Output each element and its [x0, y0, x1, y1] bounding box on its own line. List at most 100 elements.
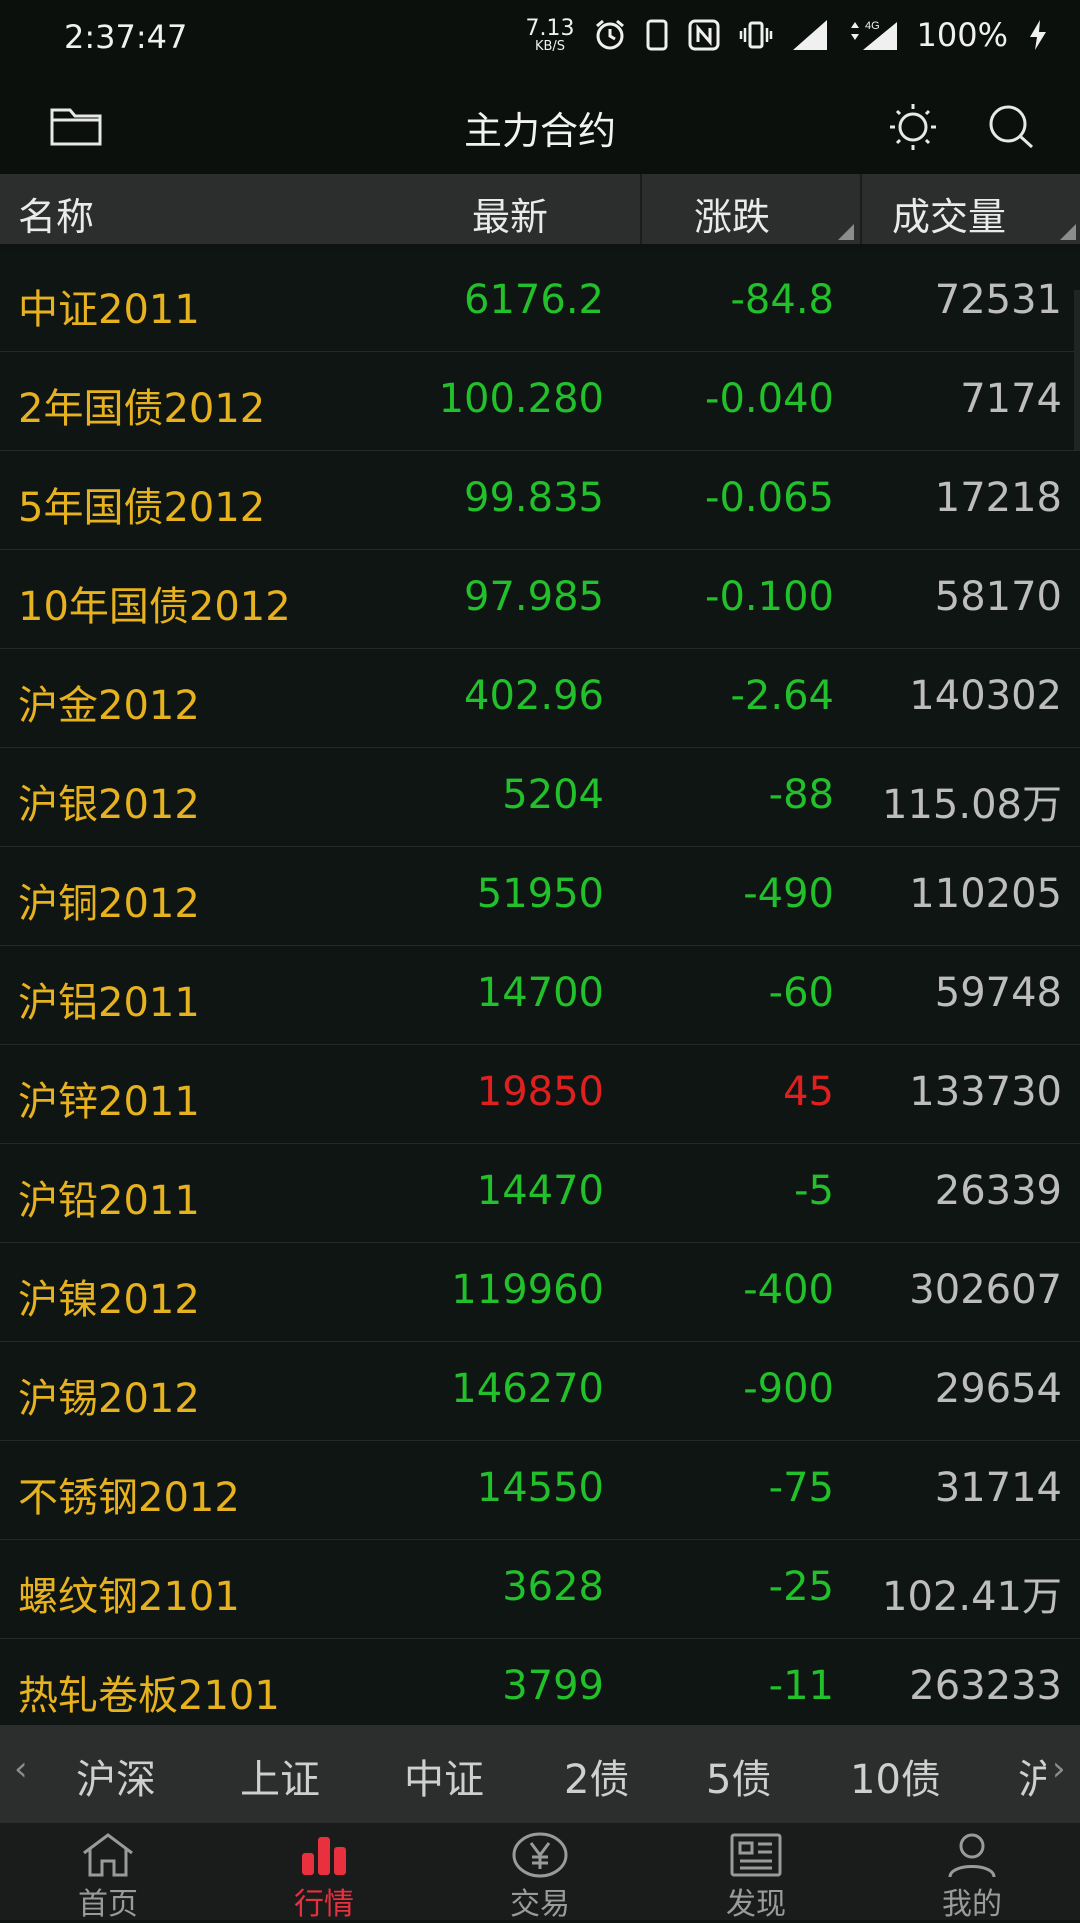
contract-name: 5年国债2012	[18, 485, 266, 531]
table-row[interactable]: 10年国债2012 97.985 -0.100 58170	[0, 550, 1080, 649]
vibrate-icon	[739, 21, 772, 49]
status-bar: 2:37:47 7.13 KB/S 4G 100%	[0, 0, 1080, 78]
last-price: 6176.2	[464, 277, 604, 323]
status-time: 2:37:47	[64, 18, 188, 56]
price-change: -0.065	[705, 475, 834, 521]
col-last[interactable]: 最新	[472, 186, 548, 241]
last-price: 19850	[476, 1069, 604, 1115]
price-change: -11	[768, 1663, 834, 1709]
last-price: 5204	[502, 772, 604, 818]
volume: 302607	[909, 1267, 1062, 1313]
column-header: 名称 最新 涨跌 成交量	[0, 174, 1080, 244]
market-tabs: ‹ 沪深 上证 中证 2债 5债 10债 沪 ›	[0, 1725, 1080, 1823]
volume: 17218	[934, 475, 1062, 521]
contract-name: 沪锌2011	[18, 1079, 200, 1125]
price-change: -400	[743, 1267, 834, 1313]
last-price: 146270	[451, 1366, 604, 1412]
nav-home[interactable]: 首页	[38, 1823, 178, 1922]
contract-name: 沪铝2011	[18, 980, 200, 1026]
contract-name: 沪银2012	[18, 782, 200, 828]
price-change: -25	[768, 1564, 834, 1610]
table-row[interactable]: 螺纹钢2101 3628 -25 102.41万	[0, 1540, 1080, 1639]
table-row[interactable]: 沪铅2011 14470 -5 26339	[0, 1144, 1080, 1243]
last-price: 14700	[476, 970, 604, 1016]
table-row[interactable]: 沪锡2012 146270 -900 29654	[0, 1342, 1080, 1441]
tab-zhongzheng[interactable]: 中证	[404, 1747, 484, 1805]
col-change[interactable]: 涨跌	[694, 186, 770, 241]
table-row[interactable]: 沪银2012 5204 -88 115.08万	[0, 748, 1080, 847]
last-price: 119960	[451, 1267, 604, 1313]
table-row[interactable]: 不锈钢2012 14550 -75 31714	[0, 1441, 1080, 1540]
table-row[interactable]: 沪镍2012 119960 -400 302607	[0, 1243, 1080, 1342]
col-volume[interactable]: 成交量	[892, 186, 1006, 241]
table-row[interactable]: 5年国债2012 99.835 -0.065 17218	[0, 451, 1080, 550]
col-name: 名称	[18, 195, 95, 239]
volume: 59748	[934, 970, 1062, 1016]
table-row[interactable]: 沪铝2011 14700 -60 59748	[0, 946, 1080, 1045]
bottom-nav: 首页 行情 交易 发现 我的	[0, 1823, 1080, 1922]
svg-text:4G: 4G	[865, 20, 880, 32]
table-row[interactable]: 沪金2012 402.96 -2.64 140302	[0, 649, 1080, 748]
contract-name: 中证2011	[18, 287, 200, 333]
tab-hushen[interactable]: 沪深	[76, 1747, 156, 1805]
col-divider	[860, 174, 862, 244]
volume: 115.08万	[882, 782, 1062, 828]
table-row[interactable]: 沪铜2012 51950 -490 110205	[0, 847, 1080, 946]
tab-2y-bond[interactable]: 2债	[564, 1747, 629, 1805]
contract-list: 中证2011 6176.2 -84.8 72531 2年国债2012 100.280 -0.…	[0, 253, 1080, 1738]
table-row[interactable]: 沪锌2011 19850 45 133730	[0, 1045, 1080, 1144]
contract-name: 10年国债2012	[18, 584, 291, 630]
last-price: 99.835	[464, 475, 604, 521]
contract-name: 螺纹钢2101	[18, 1574, 240, 1620]
col-divider	[640, 174, 642, 244]
tab-5y-bond[interactable]: 5债	[706, 1747, 771, 1805]
volume: 26339	[934, 1168, 1062, 1214]
price-change: -88	[768, 772, 834, 818]
volume: 29654	[934, 1366, 1062, 1412]
alarm-icon	[595, 19, 624, 50]
net-speed: 7.13 KB/S	[525, 15, 575, 54]
last-price: 100.280	[438, 376, 604, 422]
tabs-right-arrow[interactable]: ›	[1052, 1749, 1066, 1789]
price-change: -0.040	[705, 376, 834, 422]
nav-mine[interactable]: 我的	[902, 1823, 1042, 1922]
table-row[interactable]: 中证2011 6176.2 -84.8 72531	[0, 253, 1080, 352]
volume: 263233	[909, 1663, 1062, 1709]
contract-name: 沪金2012	[18, 683, 200, 729]
volume: 31714	[934, 1465, 1062, 1511]
price-change: -84.8	[730, 277, 835, 323]
nav-market[interactable]: 行情	[254, 1823, 394, 1922]
last-price: 3799	[502, 1663, 604, 1709]
nfc-icon	[688, 19, 720, 51]
nav-discover[interactable]: 发现	[686, 1823, 826, 1922]
battery-level: 100%	[916, 16, 1008, 54]
table-row[interactable]: 热轧卷板2101 3799 -11 263233	[0, 1639, 1080, 1738]
search-button[interactable]	[984, 102, 1038, 156]
news-icon	[730, 1833, 782, 1877]
signal-icon	[792, 20, 827, 50]
tab-10y-bond[interactable]: 10债	[850, 1747, 941, 1805]
signal-4g-icon: 4G	[850, 20, 897, 50]
last-price: 14470	[476, 1168, 604, 1214]
user-icon	[948, 1833, 996, 1878]
tab-partial[interactable]: 沪	[1018, 1747, 1046, 1805]
price-change: -75	[768, 1465, 834, 1511]
phone-icon	[646, 19, 668, 51]
volume: 133730	[909, 1069, 1062, 1115]
last-price: 402.96	[464, 673, 604, 719]
table-row[interactable]: 2年国债2012 100.280 -0.040 7174	[0, 352, 1080, 451]
scrollbar[interactable]	[1074, 290, 1080, 450]
search-icon	[989, 105, 1034, 149]
price-change: -0.100	[705, 574, 834, 620]
contract-name: 不锈钢2012	[18, 1475, 240, 1521]
last-price: 97.985	[464, 574, 604, 620]
contract-name: 沪镍2012	[18, 1277, 200, 1323]
tab-shangzheng[interactable]: 上证	[240, 1747, 320, 1805]
volume: 110205	[909, 871, 1062, 917]
nav-trade[interactable]: 交易	[470, 1823, 610, 1922]
price-change: -490	[743, 871, 834, 917]
theme-toggle-button[interactable]	[884, 102, 942, 156]
sort-indicator	[838, 224, 854, 240]
tabs-left-arrow[interactable]: ‹	[14, 1749, 28, 1789]
chart-bars-icon	[302, 1837, 346, 1875]
